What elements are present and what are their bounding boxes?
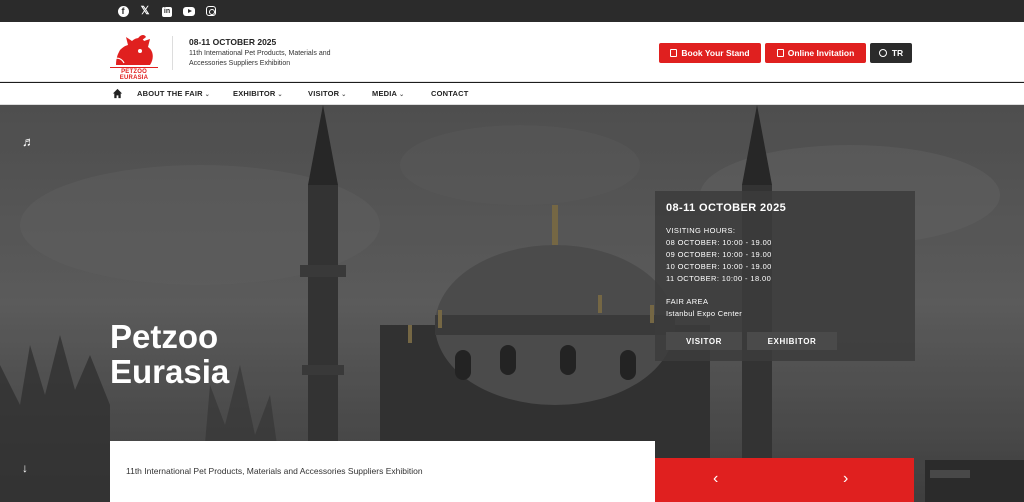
fair-area-value: Istanbul Expo Center: [666, 309, 743, 318]
site-header: PETZOO EURASIA 08-11 OCTOBER 2025 11th I…: [0, 22, 1024, 82]
info-buttons: VISITOR EXHIBITOR: [666, 332, 837, 350]
logo-animals-icon: [113, 35, 153, 65]
nav-item-label: ABOUT THE FAIR: [137, 89, 203, 98]
event-info-box: 08-11 OCTOBER 2025 VISITING HOURS: 08 OC…: [655, 191, 915, 361]
instagram-link[interactable]: [200, 3, 222, 19]
nav-item-label: VISITOR: [308, 89, 340, 98]
nav-item-label: MEDIA: [372, 89, 398, 98]
hero-title-line1: Petzoo: [110, 318, 219, 355]
chevron-down-icon: ⌄: [204, 92, 210, 98]
hero-subtitle: 11th International Pet Products, Materia…: [126, 466, 423, 476]
facebook-link[interactable]: f: [112, 3, 134, 19]
online-invitation-label: Online Invitation: [787, 48, 855, 58]
hero-subtitle-panel: 11th International Pet Products, Materia…: [110, 441, 655, 502]
chevron-down-icon: ⌄: [399, 92, 405, 98]
nav-item-visitor[interactable]: VISITOR ⌄: [308, 83, 347, 105]
facebook-icon: f: [117, 6, 129, 17]
nav-item-label: EXHIBITOR: [233, 89, 276, 98]
header-event-description: 11th International Pet Products, Materia…: [189, 50, 331, 67]
visiting-hours-line: 11 OCTOBER: 10:00 - 18.00: [666, 274, 772, 283]
visitor-button[interactable]: VISITOR: [666, 332, 742, 350]
music-icon[interactable]: ♬: [22, 134, 35, 149]
youtube-icon: [183, 7, 195, 16]
visiting-hours-label: VISITING HOURS:: [666, 226, 736, 235]
nav-item-media[interactable]: MEDIA ⌄: [372, 83, 404, 105]
language-button[interactable]: TR: [870, 43, 912, 63]
hero-title-line2: Eurasia: [110, 353, 230, 390]
info-date: 08-11 OCTOBER 2025: [666, 202, 787, 214]
online-invitation-button[interactable]: Online Invitation: [765, 43, 866, 63]
logo-text: PETZOO EURASIA: [110, 67, 158, 81]
document-icon: [670, 49, 678, 57]
nav-item-exhibitor[interactable]: EXHIBITOR ⌄: [233, 83, 283, 105]
next-arrow-icon[interactable]: ›: [843, 470, 848, 488]
book-stand-label: Book Your Stand: [681, 48, 750, 58]
slider-controls: ‹ ›: [655, 458, 914, 502]
prev-arrow-icon[interactable]: ‹: [713, 470, 718, 488]
nav-item-label: CONTACT: [431, 89, 469, 98]
logo[interactable]: PETZOO EURASIA: [110, 29, 158, 81]
globe-icon: [878, 49, 887, 57]
header-event-date: 08-11 OCTOBER 2025: [189, 37, 277, 47]
visiting-hours-line: 10 OCTOBER: 10:00 - 19.00: [666, 262, 772, 271]
nav-item-about-the-fair[interactable]: ABOUT THE FAIR ⌄: [137, 83, 210, 105]
youtube-link[interactable]: [178, 3, 200, 19]
chevron-down-icon: ⌄: [277, 92, 283, 98]
x-link[interactable]: 𝕏: [134, 3, 156, 19]
nav-item-contact[interactable]: CONTACT: [431, 83, 469, 105]
social-bar: f 𝕏 in: [0, 0, 1024, 22]
home-icon[interactable]: [112, 88, 123, 99]
invitation-icon: [776, 49, 784, 57]
visiting-hours-line: 08 OCTOBER: 10:00 - 19.00: [666, 238, 772, 247]
fair-area-label: FAIR AREA: [666, 297, 709, 306]
language-label: TR: [891, 48, 904, 58]
instagram-icon: [206, 6, 216, 16]
hero-title: Petzoo Eurasia: [110, 319, 360, 389]
linkedin-icon: in: [162, 7, 172, 17]
chevron-down-icon: ⌄: [341, 92, 347, 98]
visiting-hours-line: 09 OCTOBER: 10:00 - 19.00: [666, 250, 772, 259]
main-nav: ABOUT THE FAIR ⌄ EXHIBITOR ⌄ VISITOR ⌄ MEDI…: [0, 83, 1024, 105]
x-icon: 𝕏: [140, 5, 150, 17]
hero-section: ♬ ↓ Petzoo Eurasia 08-11 OCTOBER 2025 VI…: [0, 105, 1024, 502]
book-stand-button[interactable]: Book Your Stand: [659, 43, 761, 63]
header-divider: [172, 36, 173, 70]
exhibitor-button[interactable]: EXHIBITOR: [747, 332, 837, 350]
scroll-down-icon[interactable]: ↓: [22, 461, 28, 475]
linkedin-link[interactable]: in: [156, 3, 178, 19]
